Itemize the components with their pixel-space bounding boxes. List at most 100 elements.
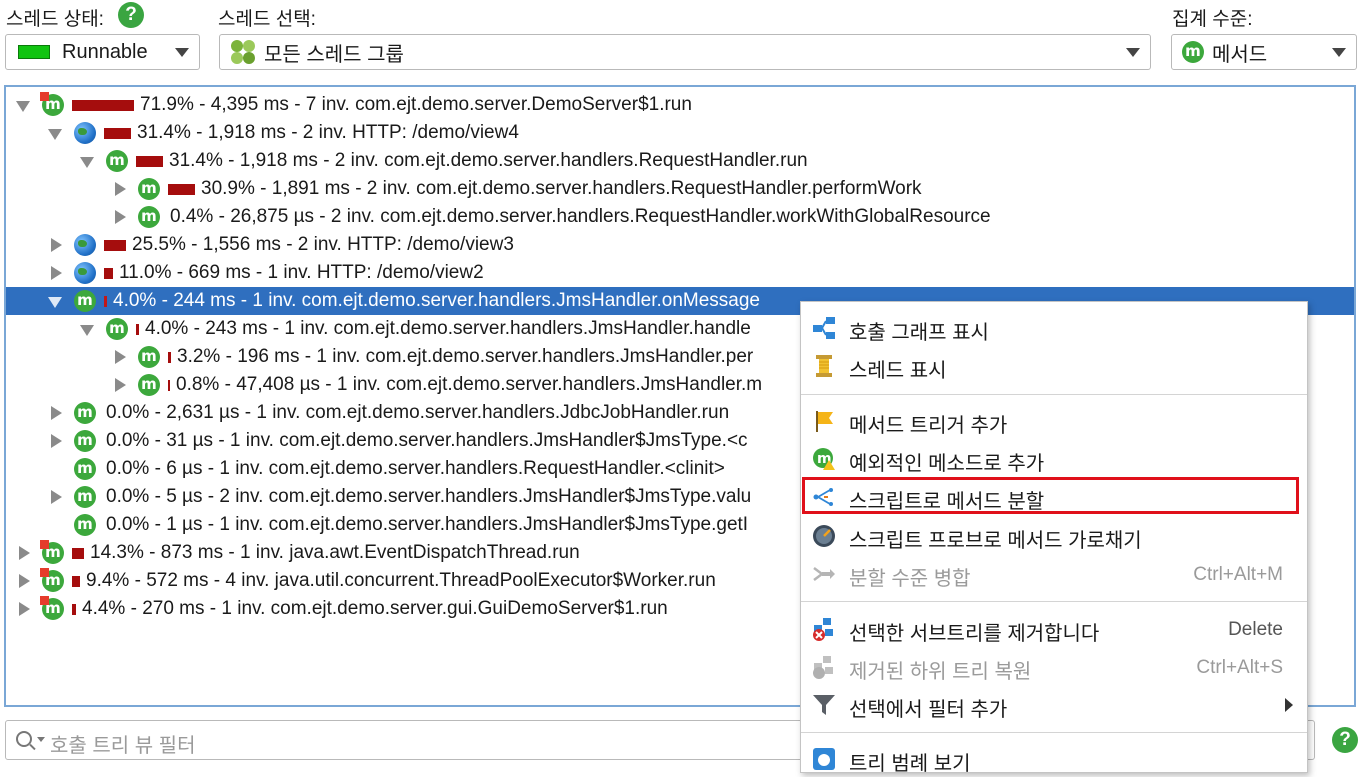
tree-row-label: 14.3% - 873 ms - 1 inv. java.awt.EventDi… xyxy=(90,542,580,563)
collapse-toggle-icon[interactable] xyxy=(19,602,30,616)
thread-group-icon xyxy=(230,39,256,65)
method-icon: m xyxy=(74,430,96,452)
collapse-toggle-icon[interactable] xyxy=(115,210,126,224)
tree-row-label: 3.2% - 196 ms - 1 inv. com.ejt.demo.serv… xyxy=(177,346,754,367)
menu-item-shortcut: Ctrl+Alt+M xyxy=(1193,564,1283,585)
expand-toggle-icon[interactable] xyxy=(48,297,62,308)
tree-row-label: 4.0% - 243 ms - 1 inv. com.ejt.demo.serv… xyxy=(145,318,751,339)
chevron-down-icon xyxy=(1332,48,1346,57)
time-percentage-bar xyxy=(104,240,126,251)
collapse-toggle-icon[interactable] xyxy=(51,238,62,252)
collapse-toggle-icon[interactable] xyxy=(51,434,62,448)
menu-item-label: 스레드 표시 xyxy=(849,360,947,382)
time-percentage-bar xyxy=(104,296,107,307)
tree-row-label: 31.4% - 1,918 ms - 2 inv. com.ejt.demo.s… xyxy=(169,150,808,171)
probe-gauge-icon xyxy=(812,524,836,548)
remove-subtree-icon xyxy=(812,617,836,641)
menu-item-flag[interactable]: 메서드 트리거 추가 xyxy=(801,403,1307,439)
menu-item-label: 스크립트 프로브로 메서드 가로채기 xyxy=(849,530,1142,552)
thread-select-label: 스레드 선택: xyxy=(218,9,316,30)
menu-item-probe-gauge[interactable]: 스크립트 프로브로 메서드 가로채기 xyxy=(801,518,1307,554)
collapse-toggle-icon[interactable] xyxy=(51,406,62,420)
method-icon: m xyxy=(1182,41,1204,63)
method-icon: m xyxy=(106,318,128,340)
chevron-down-icon xyxy=(37,737,45,742)
globe-icon xyxy=(74,234,96,256)
time-percentage-bar xyxy=(104,268,113,279)
menu-item-restore-subtree[interactable]: 제거된 하위 트리 복원 Ctrl+Alt+S xyxy=(801,649,1307,685)
collapse-toggle-icon[interactable] xyxy=(19,574,30,588)
time-percentage-bar xyxy=(136,324,139,335)
menu-item-remove-subtree[interactable]: 선택한 서브트리를 제거합니다 Delete xyxy=(801,611,1307,647)
menu-item-merge[interactable]: 분할 수준 병합 Ctrl+Alt+M xyxy=(801,556,1307,592)
menu-item-call-graph[interactable]: 호출 그래프 표시 xyxy=(801,310,1307,346)
tree-row-label: 11.0% - 669 ms - 1 inv. HTTP: /demo/view… xyxy=(119,262,484,283)
thread-state-dropdown[interactable]: Runnable xyxy=(5,34,200,70)
thread-marker-icon xyxy=(40,540,49,549)
context-menu[interactable]: 호출 그래프 표시스레드 표시메서드 트리거 추가 m 예외적인 메소드로 추가스크… xyxy=(800,301,1308,775)
expand-toggle-icon[interactable] xyxy=(80,325,94,336)
tree-row-label: 71.9% - 4,395 ms - 7 inv. com.ejt.demo.s… xyxy=(140,94,692,115)
runnable-state-icon xyxy=(18,45,50,59)
aggregation-dropdown[interactable]: m 메서드 xyxy=(1171,34,1357,70)
thread-select-dropdown[interactable]: 모든 스레드 그룹 xyxy=(219,34,1151,70)
funnel-icon xyxy=(812,693,836,717)
method-icon: m xyxy=(74,486,96,508)
legend-icon xyxy=(812,747,836,771)
tree-row[interactable]: 11.0% - 669 ms - 1 inv. HTTP: /demo/view… xyxy=(6,259,1354,287)
time-percentage-bar xyxy=(168,352,171,363)
restore-subtree-icon xyxy=(812,655,836,679)
expand-toggle-icon[interactable] xyxy=(16,101,30,112)
menu-item-label: 분할 수준 병합 xyxy=(849,568,971,590)
menu-item-label: 선택한 서브트리를 제거합니다 xyxy=(849,623,1100,645)
menu-item-thread-spool[interactable]: 스레드 표시 xyxy=(801,348,1307,384)
tree-row[interactable]: m 30.9% - 1,891 ms - 2 inv. com.ejt.demo.… xyxy=(6,175,1354,203)
expand-toggle-icon[interactable] xyxy=(48,129,62,140)
aggregation-label: 집계 수준: xyxy=(1172,9,1253,30)
menu-separator xyxy=(801,732,1307,733)
tree-row-label: 9.4% - 572 ms - 4 inv. java.util.concurr… xyxy=(86,570,716,591)
tree-row-label: 0.0% - 5 µs - 2 inv. com.ejt.demo.server… xyxy=(106,486,752,507)
tree-row[interactable]: m 0.4% - 26,875 µs - 2 inv. com.ejt.demo.… xyxy=(6,203,1354,231)
tree-row-label: 30.9% - 1,891 ms - 2 inv. com.ejt.demo.s… xyxy=(201,178,922,199)
collapse-toggle-icon[interactable] xyxy=(51,266,62,280)
method-icon: m xyxy=(138,346,160,368)
exceptional-method-icon: m xyxy=(812,447,836,471)
tree-row-label: 4.0% - 244 ms - 1 inv. com.ejt.demo.serv… xyxy=(113,290,760,311)
collapse-toggle-icon[interactable] xyxy=(19,546,30,560)
thread-state-help-icon[interactable]: ? xyxy=(118,2,144,28)
menu-item-label: 선택에서 필터 추가 xyxy=(849,699,1008,721)
collapse-toggle-icon[interactable] xyxy=(51,490,62,504)
menu-separator xyxy=(801,601,1307,602)
collapse-toggle-icon[interactable] xyxy=(115,182,126,196)
method-icon: m xyxy=(138,178,160,200)
tree-row-label: 0.4% - 26,875 µs - 2 inv. com.ejt.demo.s… xyxy=(170,206,991,227)
menu-item-shortcut: Delete xyxy=(1228,619,1283,640)
tree-row[interactable]: m 31.4% - 1,918 ms - 2 inv. com.ejt.demo.… xyxy=(6,147,1354,175)
menu-item-legend[interactable]: 트리 범례 보기 xyxy=(801,741,1307,777)
time-percentage-bar xyxy=(72,576,80,587)
method-icon: m xyxy=(138,374,160,396)
thread-marker-icon xyxy=(40,568,49,577)
filter-help-icon[interactable]: ? xyxy=(1332,727,1358,753)
menu-item-exceptional-method[interactable]: m 예외적인 메소드로 추가 xyxy=(801,441,1307,477)
method-icon: m xyxy=(106,150,128,172)
call-graph-icon xyxy=(812,316,836,340)
expand-toggle-icon[interactable] xyxy=(80,157,94,168)
time-percentage-bar xyxy=(72,100,134,111)
tree-row[interactable]: 25.5% - 1,556 ms - 2 inv. HTTP: /demo/vi… xyxy=(6,231,1354,259)
method-icon: m xyxy=(74,514,96,536)
method-icon: m xyxy=(74,402,96,424)
thread-spool-icon xyxy=(812,354,836,378)
collapse-toggle-icon[interactable] xyxy=(115,378,126,392)
thread-marker-icon xyxy=(40,596,49,605)
collapse-toggle-icon[interactable] xyxy=(115,350,126,364)
tree-row-label: 0.0% - 1 µs - 1 inv. com.ejt.demo.server… xyxy=(106,514,749,535)
flag-icon xyxy=(812,409,836,433)
menu-item-funnel[interactable]: 선택에서 필터 추가 xyxy=(801,687,1307,723)
tree-row[interactable]: 31.4% - 1,918 ms - 2 inv. HTTP: /demo/vi… xyxy=(6,119,1354,147)
menu-separator xyxy=(801,394,1307,395)
chevron-down-icon xyxy=(1126,48,1140,57)
tree-row[interactable]: m 71.9% - 4,395 ms - 7 inv. com.ejt.demo.… xyxy=(6,91,1354,119)
tree-row-label: 25.5% - 1,556 ms - 2 inv. HTTP: /demo/vi… xyxy=(132,234,514,255)
